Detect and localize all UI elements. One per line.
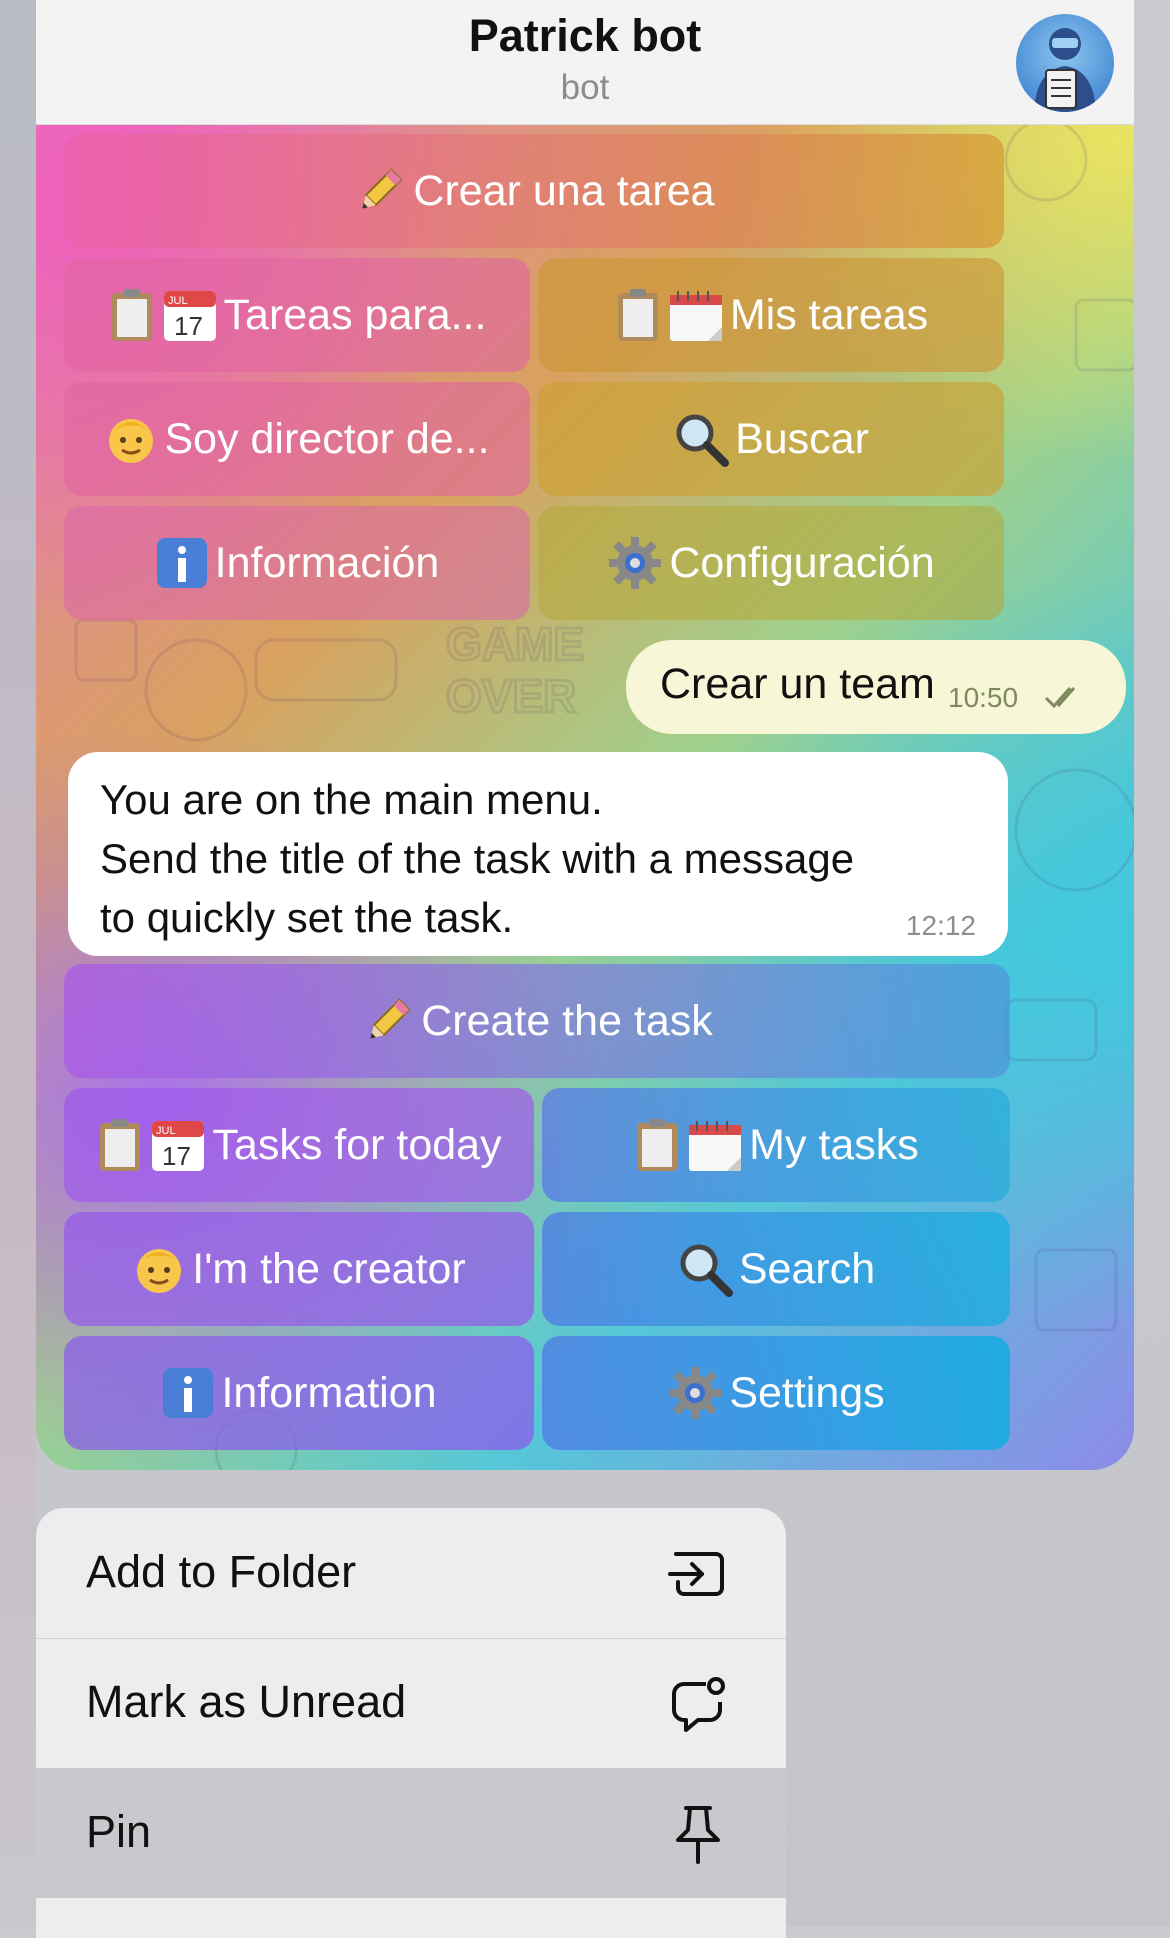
menu-item-label: Add to Folder bbox=[86, 1546, 357, 1597]
folder-move-icon bbox=[666, 1542, 730, 1606]
clipboard-icon bbox=[614, 287, 662, 343]
menu-item-add-to-folder[interactable]: Add to Folder bbox=[36, 1508, 786, 1639]
gear-icon bbox=[607, 535, 663, 591]
clipboard-icon bbox=[108, 287, 156, 343]
kb-settings-en[interactable]: Settings bbox=[542, 1336, 1010, 1450]
incoming-message-time: 12:12 bbox=[905, 910, 976, 941]
kb-creator-en[interactable]: I'm the creator bbox=[64, 1212, 534, 1326]
magnifier-icon bbox=[673, 411, 730, 467]
kb-search-es-label: Buscar bbox=[735, 414, 869, 463]
incoming-line-3: to quickly set the task. bbox=[100, 894, 514, 941]
kb-info-en-label: Information bbox=[221, 1368, 437, 1417]
kb-info-en[interactable]: Information bbox=[64, 1336, 534, 1450]
svg-text:JUL: JUL bbox=[168, 295, 188, 307]
kb-creator-en-label: I'm the creator bbox=[192, 1244, 466, 1293]
menu-item-label: Pin bbox=[86, 1806, 152, 1857]
kb-search-en[interactable]: Search bbox=[542, 1212, 1010, 1326]
chat-header: Patrick bot bot bbox=[36, 0, 1134, 125]
info-icon bbox=[161, 1366, 215, 1420]
context-menu: Add to Folder Mark as Unread Pin bbox=[36, 1508, 786, 1938]
clipboard-icon bbox=[96, 1117, 144, 1173]
kb-search-es[interactable]: Buscar bbox=[538, 382, 1004, 496]
kb-director-es[interactable]: Soy director de... bbox=[64, 382, 530, 496]
chat-subtitle: bot bbox=[560, 68, 610, 107]
chat-preview: GAME OVER Crear una tarea JUL 17 Tareas p… bbox=[36, 0, 1134, 1470]
incoming-line-2: Send the title of the task with a messag… bbox=[100, 835, 855, 882]
kb-info-es-label: Información bbox=[214, 538, 440, 587]
svg-text:17: 17 bbox=[174, 311, 203, 341]
kb-tasks-for-es[interactable]: JUL 17 Tareas para... bbox=[64, 258, 530, 372]
kb-tasks-today-en[interactable]: JUL 17 Tasks for today bbox=[64, 1088, 534, 1202]
background-left-edge bbox=[0, 0, 36, 1926]
unread-bubble-icon bbox=[666, 1672, 730, 1736]
menu-next-item bbox=[36, 1898, 786, 1938]
menu-item-pin[interactable]: Pin bbox=[36, 1768, 786, 1899]
spiral-calendar-icon bbox=[687, 1117, 743, 1173]
info-icon bbox=[155, 536, 209, 590]
menu-item-mark-as-unread[interactable]: Mark as Unread bbox=[36, 1638, 786, 1769]
kb-create-task-en[interactable]: Create the task bbox=[64, 964, 1010, 1078]
bot-avatar[interactable] bbox=[1016, 14, 1114, 112]
bg-game-text: GAME bbox=[446, 618, 584, 670]
calendar-icon: JUL 17 bbox=[150, 1117, 206, 1173]
bg-over-text: OVER bbox=[446, 670, 576, 722]
incoming-line-1: You are on the main menu. bbox=[100, 776, 603, 823]
kb-director-es-label: Soy director de... bbox=[164, 414, 490, 463]
gear-icon bbox=[667, 1365, 723, 1421]
man-face-icon bbox=[104, 412, 158, 466]
incoming-message[interactable]: You are on the main menu. Send the title… bbox=[68, 752, 1008, 956]
kb-my-tasks-en-label: My tasks bbox=[749, 1120, 919, 1169]
svg-text:17: 17 bbox=[162, 1141, 191, 1171]
outgoing-message[interactable]: Crear un team 10:50 bbox=[626, 640, 1126, 734]
kb-my-tasks-es[interactable]: Mis tareas bbox=[538, 258, 1004, 372]
clipboard-icon bbox=[633, 1117, 681, 1173]
man-face-icon bbox=[132, 1242, 186, 1296]
kb-create-task-en-label: Create the task bbox=[421, 996, 713, 1045]
kb-tasks-today-en-label: Tasks for today bbox=[212, 1120, 502, 1169]
kb-settings-es[interactable]: Configuración bbox=[538, 506, 1004, 620]
magnifier-icon bbox=[677, 1241, 733, 1297]
kb-my-tasks-en[interactable]: My tasks bbox=[542, 1088, 1010, 1202]
double-check-icon bbox=[1044, 684, 1084, 715]
kb-settings-en-label: Settings bbox=[729, 1368, 885, 1417]
menu-item-label: Mark as Unread bbox=[86, 1676, 407, 1727]
pin-icon bbox=[666, 1802, 730, 1866]
kb-settings-es-label: Configuración bbox=[669, 538, 935, 587]
incoming-message-text: You are on the main menu. Send the title… bbox=[100, 770, 854, 947]
svg-text:JUL: JUL bbox=[156, 1125, 176, 1137]
kb-search-en-label: Search bbox=[738, 1244, 876, 1293]
pencil-icon bbox=[361, 994, 415, 1048]
pencil-icon bbox=[353, 164, 407, 218]
spiral-calendar-icon bbox=[668, 287, 724, 343]
chat-title: Patrick bot bbox=[468, 10, 702, 61]
kb-create-task-es-label: Crear una tarea bbox=[413, 166, 715, 215]
calendar-icon: JUL 17 bbox=[162, 287, 218, 343]
outgoing-message-text: Crear un team bbox=[660, 660, 935, 708]
kb-create-task-es[interactable]: Crear una tarea bbox=[64, 134, 1004, 248]
outgoing-message-time: 10:50 bbox=[948, 682, 1019, 713]
kb-tasks-for-es-label: Tareas para... bbox=[223, 290, 487, 339]
kb-info-es[interactable]: Información bbox=[64, 506, 530, 620]
kb-my-tasks-es-label: Mis tareas bbox=[729, 290, 929, 339]
